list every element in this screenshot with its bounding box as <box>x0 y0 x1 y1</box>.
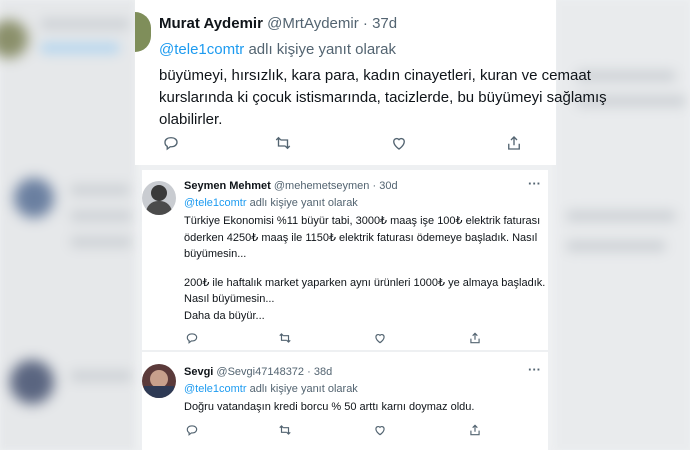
reply-mention-link[interactable]: @tele1comtr <box>184 197 247 209</box>
tweet-text-line: büyümesin... <box>184 248 247 260</box>
reply-suffix: adlı kişiye yanıt olarak <box>249 197 358 209</box>
tweet-text-line: Doğru vatandaşın kredi borcu % 50 arttı … <box>184 401 475 413</box>
reply-mention-link[interactable]: @tele1comtr <box>159 41 244 58</box>
tweet-reply[interactable]: Sevgi @Sevgi47148372 · 38d ··· @tele1com… <box>142 352 548 450</box>
reply-mention-link[interactable]: @tele1comtr <box>184 383 247 395</box>
reply-context: @tele1comtr adlı kişiye yanıt olarak <box>184 197 358 209</box>
tweet-main[interactable]: Murat Aydemir @MrtAydemir · 37d @tele1co… <box>135 0 607 165</box>
retweet-icon[interactable] <box>277 422 293 438</box>
like-icon[interactable] <box>389 133 409 153</box>
reply-icon[interactable] <box>184 330 200 346</box>
tweet-text-line: olabilirler. <box>159 111 223 128</box>
tweet-header: Sevgi @Sevgi47148372 · 38d <box>184 366 332 378</box>
tweet-text-line: Nasıl büyümesin... <box>184 293 275 305</box>
tweet-text-line: öderken 4250₺ maaş ile 1150₺ elektrik fa… <box>184 232 538 244</box>
share-icon[interactable] <box>467 330 483 346</box>
avatar[interactable] <box>142 181 176 215</box>
tweet-age[interactable]: 38d <box>314 366 332 378</box>
author-handle[interactable]: @mehemetseymen <box>274 180 370 192</box>
reply-context: @tele1comtr adlı kişiye yanıt olarak <box>159 41 396 58</box>
author-name[interactable]: Sevgi <box>184 366 213 378</box>
share-icon[interactable] <box>504 133 524 153</box>
separator: · <box>372 180 377 192</box>
tweet-text-line: Daha da büyür... <box>184 310 265 322</box>
reply-icon[interactable] <box>184 422 200 438</box>
separator: · <box>307 366 311 378</box>
tweet-header: Murat Aydemir @MrtAydemir · 37d <box>159 15 397 32</box>
author-name[interactable]: Seymen Mehmet <box>184 180 271 192</box>
more-icon[interactable]: ··· <box>528 362 541 377</box>
retweet-icon[interactable] <box>273 133 293 153</box>
like-icon[interactable] <box>372 330 388 346</box>
tweet-reply[interactable]: Seymen Mehmet @mehemetseymen · 30d ··· @… <box>142 170 548 350</box>
tweet-age[interactable]: 37d <box>372 15 397 32</box>
tweet-text-line: Türkiye Ekonomisi %11 büyür tabi, 3000₺ … <box>184 215 541 227</box>
tweet-age[interactable]: 30d <box>379 180 397 192</box>
tweet-text-line: kurslarında ki çocuk istismarında, taciz… <box>159 89 607 106</box>
more-icon[interactable]: ··· <box>528 176 541 191</box>
author-handle[interactable]: @MrtAydemir <box>267 15 359 32</box>
tweet-header: Seymen Mehmet @mehemetseymen · 30d <box>184 180 398 192</box>
author-name[interactable]: Murat Aydemir <box>159 15 263 32</box>
share-icon[interactable] <box>467 422 483 438</box>
tweet-text-line: büyümeyi, hırsızlık, kara para, kadın ci… <box>159 67 591 84</box>
retweet-icon[interactable] <box>277 330 293 346</box>
reply-suffix: adlı kişiye yanıt olarak <box>248 41 397 58</box>
like-icon[interactable] <box>372 422 388 438</box>
reply-context: @tele1comtr adlı kişiye yanıt olarak <box>184 383 358 395</box>
tweet-text-line: 200₺ ile haftalık market yaparken aynı ü… <box>184 277 546 289</box>
reply-suffix: adlı kişiye yanıt olarak <box>249 383 358 395</box>
blurred-left-column <box>0 0 135 450</box>
avatar[interactable] <box>142 364 176 398</box>
author-handle[interactable]: @Sevgi47148372 <box>216 366 304 378</box>
reply-icon[interactable] <box>161 133 181 153</box>
avatar[interactable] <box>135 12 151 52</box>
separator: · <box>362 15 368 32</box>
